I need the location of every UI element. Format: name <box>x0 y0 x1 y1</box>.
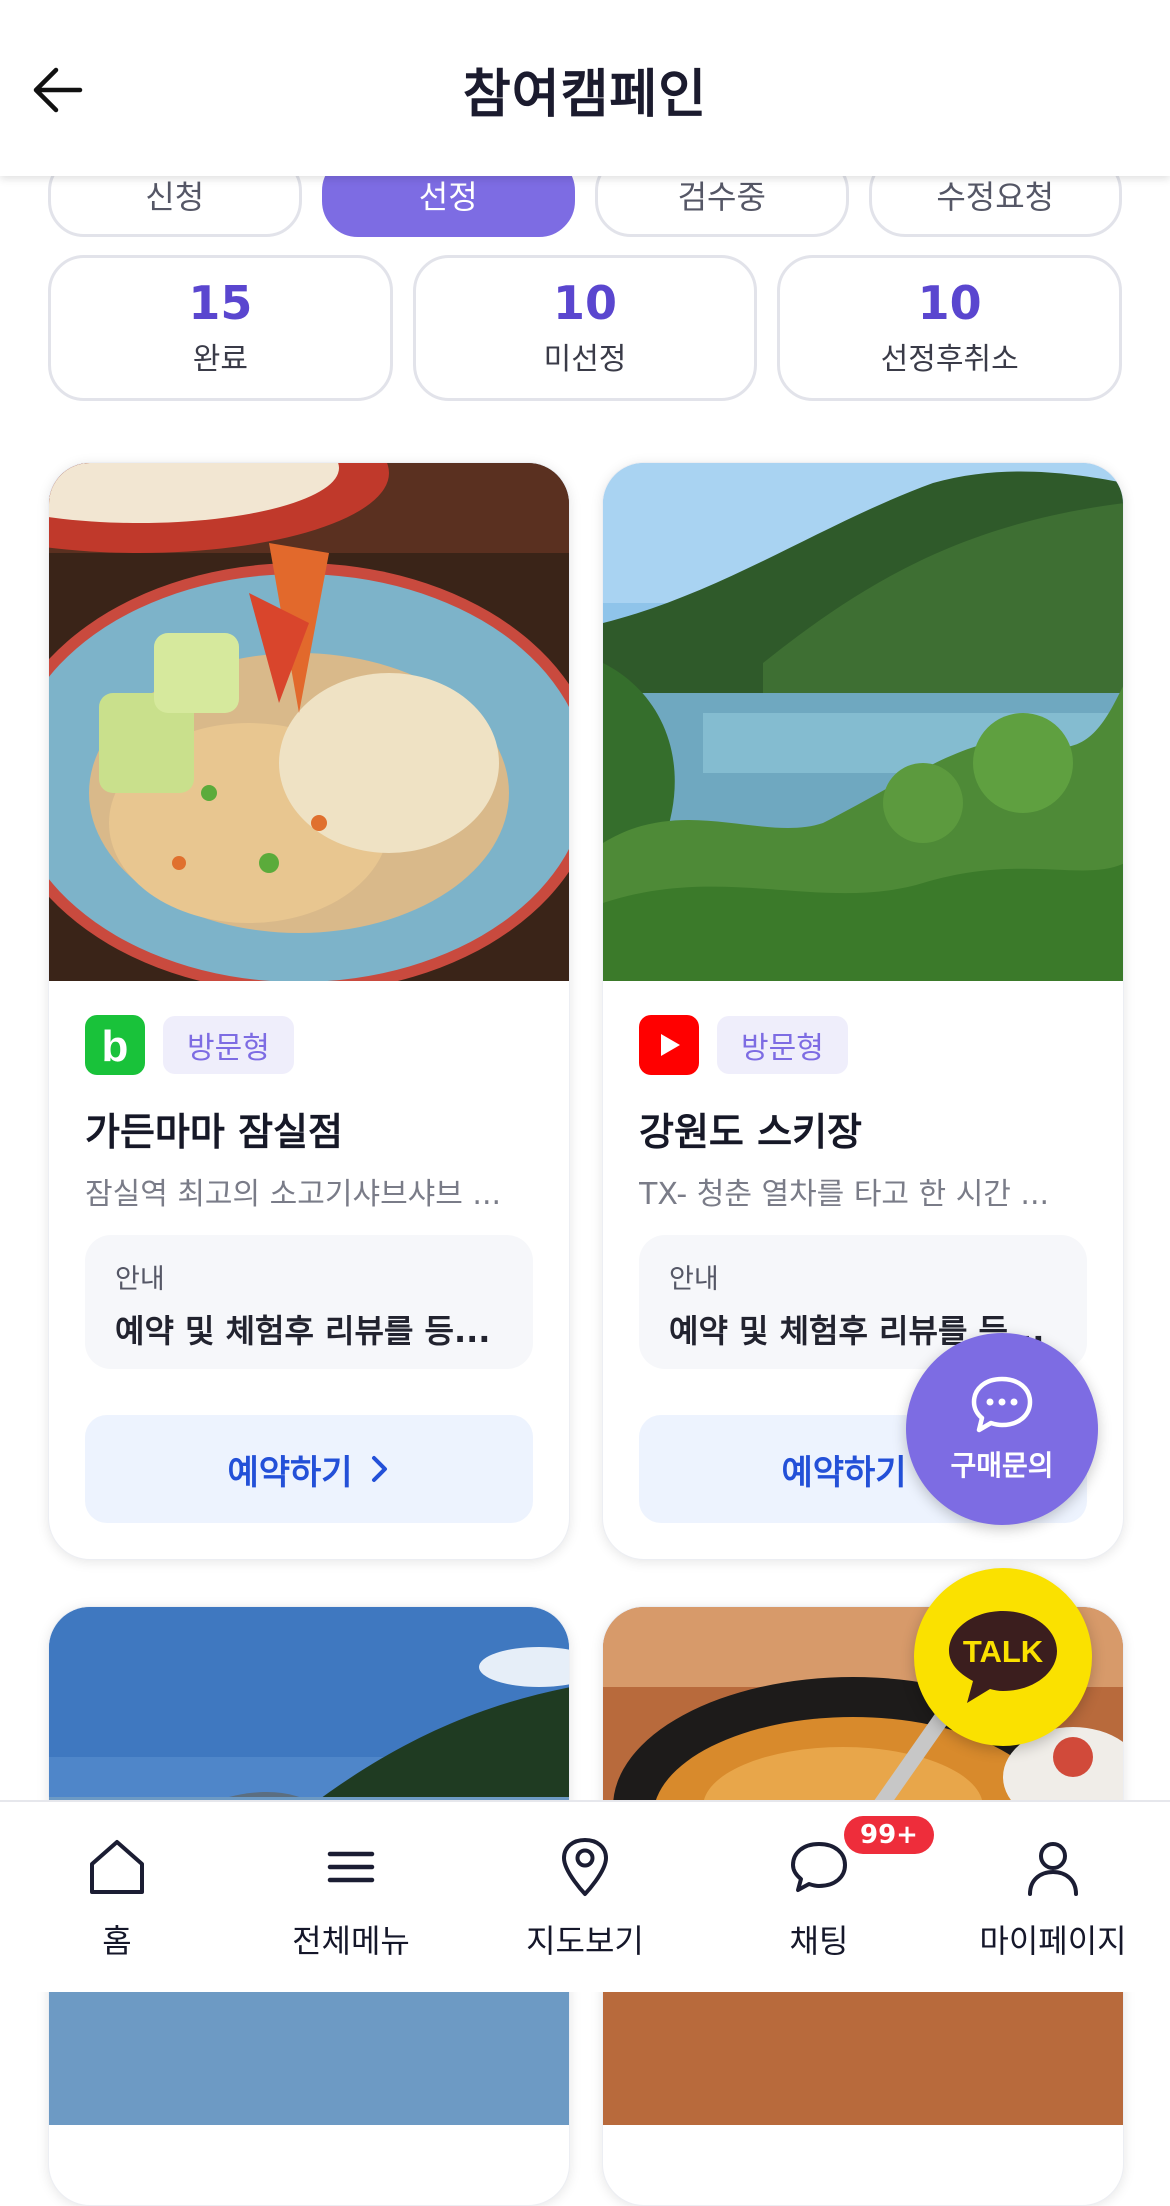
app-header: 참여캠페인 <box>0 0 1170 176</box>
chevron-right-icon <box>371 1456 387 1482</box>
stat-label: 미선정 <box>543 342 627 378</box>
stat-value: 10 <box>553 275 618 330</box>
info-label: 안내 <box>115 1264 165 1295</box>
campaign-description: TX- 청춘 열차를 타고 한 시간 ... <box>639 1177 1050 1212</box>
info-label: 안내 <box>669 1264 719 1295</box>
status-stats: 15 완료 10 미선정 10 선정후취소 <box>48 255 1123 401</box>
nav-map[interactable]: 지도보기 <box>468 1802 702 1992</box>
nav-label: 지도보기 <box>526 1922 644 1960</box>
kakao-talk-icon: TALK <box>949 1611 1057 1703</box>
card-badges: 방문형 <box>639 1015 848 1075</box>
reserve-button-label: 예약하기 <box>781 1452 907 1493</box>
campaign-image <box>49 463 569 981</box>
nav-my-page[interactable]: 마이페이지 <box>936 1802 1170 1992</box>
info-text: 예약 및 체험후 리뷰를 등... <box>115 1312 491 1350</box>
visit-type-badge: 방문형 <box>163 1016 294 1074</box>
visit-type-badge: 방문형 <box>717 1016 848 1074</box>
blog-icon: b <box>85 1015 145 1075</box>
reserve-button[interactable]: 예약하기 <box>85 1415 533 1523</box>
card-badges: b 방문형 <box>85 1015 294 1075</box>
info-box: 안내 예약 및 체험후 리뷰를 등... <box>85 1235 533 1369</box>
stat-value: 10 <box>917 275 982 330</box>
page-title: 참여캠페인 <box>462 65 708 125</box>
home-icon <box>90 1840 144 1894</box>
user-icon <box>1028 1842 1078 1896</box>
nav-label: 마이페이지 <box>979 1922 1127 1960</box>
stat-label: 선정후취소 <box>880 342 1019 378</box>
stat-not-selected[interactable]: 10 미선정 <box>412 255 758 401</box>
menu-icon <box>327 1851 375 1883</box>
nav-all-menu[interactable]: 전체메뉴 <box>234 1802 468 1992</box>
stat-label: 완료 <box>192 342 248 378</box>
bottom-navigation: 홈 전체메뉴 지도보기 99+ 채팅 마이페이지 <box>0 1800 1170 1992</box>
stat-value: 15 <box>188 275 253 330</box>
stat-cancelled-after-selection[interactable]: 10 선정후취소 <box>777 255 1123 401</box>
purchase-inquiry-button[interactable]: 구매문의 <box>906 1333 1098 1525</box>
nav-chat[interactable]: 99+ 채팅 <box>702 1802 936 1992</box>
talk-label: TALK <box>963 1634 1044 1669</box>
campaign-description: 잠실역 최고의 소고기샤브샤브 ... <box>85 1177 502 1212</box>
campaign-image <box>603 463 1123 981</box>
chat-icon <box>791 1842 847 1892</box>
chat-bubble-icon <box>971 1376 1033 1433</box>
chat-count-badge: 99+ <box>844 1816 934 1854</box>
purchase-inquiry-label: 구매문의 <box>950 1449 1054 1482</box>
campaign-card[interactable]: b 방문형 가든마마 잠실점 잠실역 최고의 소고기샤브샤브 ... 안내 예약… <box>48 462 570 1560</box>
nav-label: 홈 <box>102 1922 132 1960</box>
reserve-button-label: 예약하기 <box>227 1452 353 1493</box>
nav-label: 채팅 <box>789 1922 849 1960</box>
youtube-icon <box>639 1015 699 1075</box>
nav-label: 전체메뉴 <box>292 1922 410 1960</box>
campaign-title: 가든마마 잠실점 <box>85 1110 343 1154</box>
kakao-talk-button[interactable]: TALK <box>914 1568 1092 1746</box>
svg-text:b: b <box>102 1023 129 1067</box>
map-pin-icon <box>562 1838 608 1896</box>
stat-completed[interactable]: 15 완료 <box>48 255 393 401</box>
campaign-title: 강원도 스키장 <box>639 1110 862 1154</box>
nav-home[interactable]: 홈 <box>0 1802 234 1992</box>
